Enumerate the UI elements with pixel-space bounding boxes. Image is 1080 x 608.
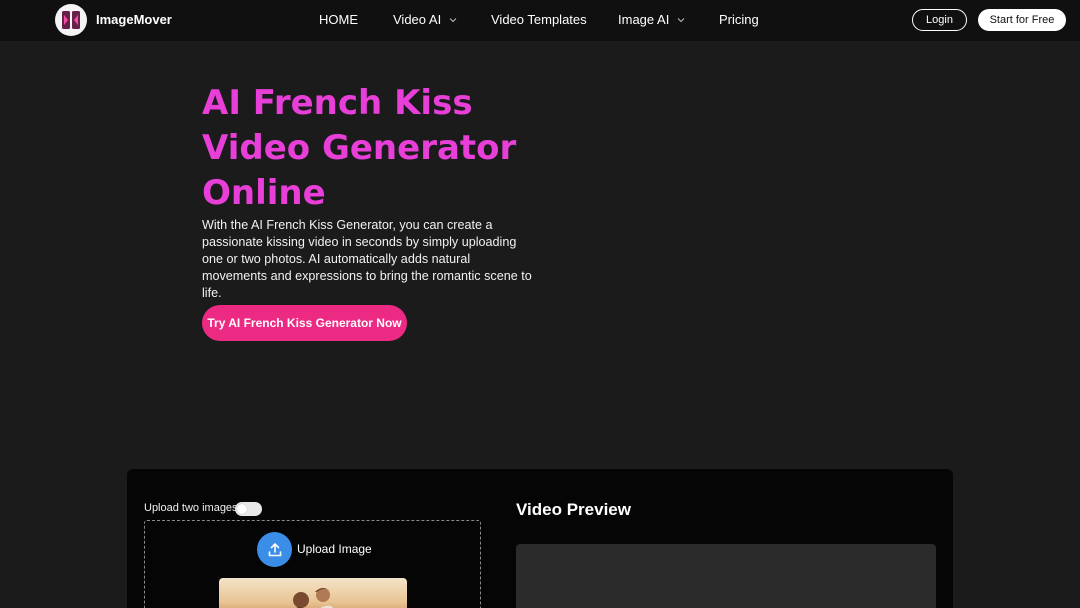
nav-video-templates-label: Video Templates — [491, 12, 587, 27]
cta-label: Try AI French Kiss Generator Now — [207, 316, 402, 330]
video-preview-area — [516, 544, 936, 608]
video-preview-title: Video Preview — [516, 500, 631, 519]
chevron-down-icon — [449, 17, 457, 22]
nav-pricing[interactable]: Pricing — [719, 12, 759, 27]
nav-pricing-label: Pricing — [719, 12, 759, 27]
sample-couple-image — [219, 578, 407, 608]
start-free-button[interactable]: Start for Free — [978, 9, 1066, 31]
toggle-knob — [237, 504, 247, 514]
top-nav: ImageMover HOME Video AI Video Templates… — [0, 0, 1080, 41]
chevron-down-icon — [677, 17, 685, 22]
nav-home-label: HOME — [319, 12, 358, 27]
nav-video-ai-label: Video AI — [393, 12, 442, 27]
nav-image-ai-label: Image AI — [618, 12, 670, 27]
logo-icon[interactable] — [55, 4, 87, 36]
nav-image-ai[interactable]: Image AI — [618, 12, 685, 27]
upload-two-images-label: Upload two images — [144, 502, 238, 514]
upload-icon[interactable] — [257, 532, 292, 567]
upload-two-images-toggle[interactable] — [235, 502, 262, 516]
page-title: AI French Kiss Video Generator Online — [202, 83, 517, 213]
upload-image-label[interactable]: Upload Image — [297, 542, 372, 556]
nav-video-ai[interactable]: Video AI — [393, 12, 457, 27]
brand-name[interactable]: ImageMover — [96, 12, 172, 27]
nav-home[interactable]: HOME — [319, 12, 358, 27]
login-button[interactable]: Login — [912, 9, 967, 31]
try-generator-button[interactable]: Try AI French Kiss Generator Now — [202, 305, 407, 341]
hero-description: With the AI French Kiss Generator, you c… — [202, 218, 532, 300]
nav-video-templates[interactable]: Video Templates — [491, 12, 587, 27]
